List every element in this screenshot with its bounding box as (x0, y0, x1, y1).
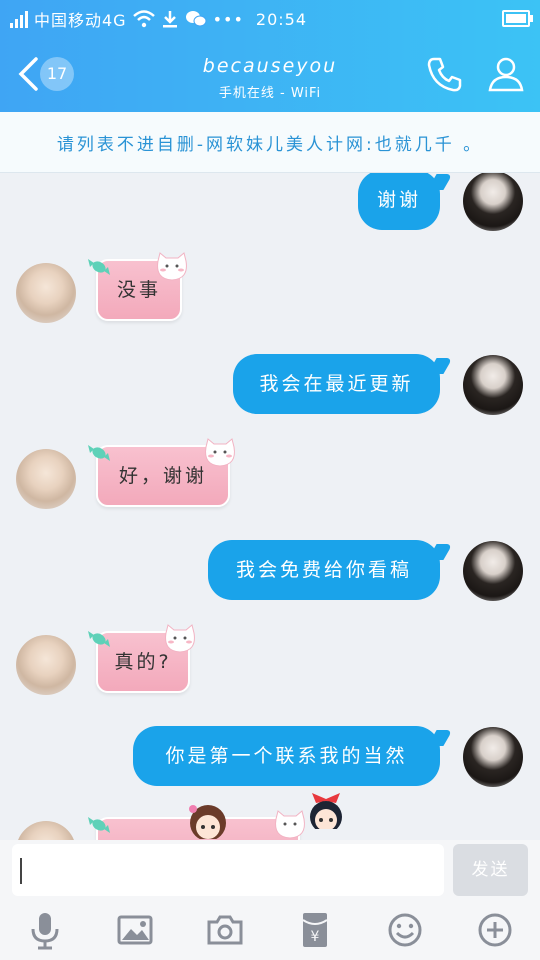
composer: 发送 (0, 840, 540, 900)
text-caret (20, 858, 22, 884)
more-status-icon: ••• (212, 9, 244, 29)
my-avatar[interactable] (463, 355, 523, 415)
contact-avatar[interactable] (16, 263, 76, 323)
cat-sticker-icon (157, 252, 187, 281)
message-input[interactable] (12, 844, 444, 896)
contact-avatar[interactable] (16, 821, 76, 840)
send-button[interactable]: 发送 (453, 844, 528, 896)
message-bubble-outgoing[interactable]: 你是第一个联系我的当然 (133, 726, 440, 786)
microphone-icon[interactable] (25, 910, 65, 950)
status-bar: 中国移动4G ••• 20:54 (0, 0, 540, 36)
my-avatar[interactable] (463, 541, 523, 601)
candy-icon (88, 259, 110, 275)
message-bubble-outgoing[interactable]: 我会免费给你看稿 (208, 540, 440, 600)
cat-sticker-icon (275, 810, 305, 839)
my-avatar[interactable] (463, 727, 523, 787)
group-notice-banner[interactable]: 请列表不进自删-网软妹儿美人计网:也就几千 。 (0, 112, 540, 173)
plus-icon[interactable] (475, 910, 515, 950)
person-icon[interactable] (486, 54, 526, 94)
battery-icon (502, 10, 533, 27)
chat-header: 中国移动4G ••• 20:54 17 becauseyou 手机在线 - Wi… (0, 0, 540, 112)
signal-icon (10, 10, 28, 28)
red-packet-icon[interactable]: ¥ (295, 910, 335, 950)
notice-text: 请列表不进自删-网软妹儿美人计网:也就几千 。 (56, 135, 484, 155)
download-icon (162, 11, 177, 28)
cat-sticker-icon (165, 624, 195, 653)
input-toolbar: ¥ (0, 900, 540, 960)
message-bubble-outgoing[interactable]: 我会在最近更新 (233, 354, 440, 414)
candy-icon (88, 817, 110, 833)
cat-sticker-icon (205, 438, 235, 467)
candy-icon (88, 631, 110, 647)
wechat-icon (185, 11, 207, 27)
camera-icon[interactable] (205, 910, 245, 950)
phone-icon[interactable] (425, 54, 465, 94)
candy-icon (88, 445, 110, 461)
image-icon[interactable] (115, 910, 155, 950)
anime-girl-sticker-icon (189, 805, 226, 839)
message-list[interactable]: 谢谢 没事 我会在最近更新 好，谢谢 我会免费给你看稿 真的? 你是第一个联系我… (0, 173, 540, 840)
carrier-label: 中国移动4G (34, 11, 127, 30)
clock: 20:54 (255, 9, 308, 29)
svg-text:¥: ¥ (311, 929, 320, 945)
contact-avatar[interactable] (16, 635, 76, 695)
contact-avatar[interactable] (16, 449, 76, 509)
message-bubble-outgoing[interactable]: 谢谢 (358, 173, 440, 230)
wifi-icon (132, 10, 155, 28)
emoji-icon[interactable] (385, 910, 425, 950)
my-avatar[interactable] (463, 173, 523, 231)
